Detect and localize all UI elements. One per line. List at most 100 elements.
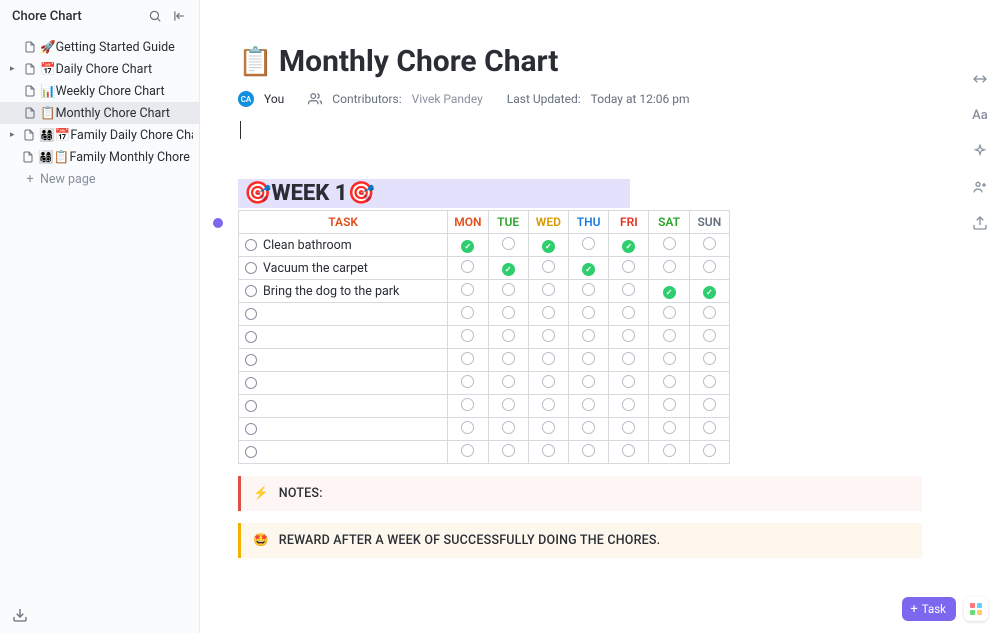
day-cell[interactable] (448, 257, 488, 280)
day-cell[interactable] (649, 257, 689, 280)
day-cell[interactable] (609, 349, 649, 372)
day-cell[interactable] (609, 372, 649, 395)
day-cell[interactable] (689, 349, 729, 372)
day-cell[interactable] (448, 418, 488, 441)
task-name[interactable]: Vacuum the carpet (263, 261, 368, 276)
check-empty-icon[interactable] (461, 306, 474, 319)
check-empty-icon[interactable] (703, 237, 716, 250)
reward-callout[interactable]: 🤩 REWARD AFTER A WEEK OF SUCCESSFULLY DO… (238, 523, 922, 558)
check-empty-icon[interactable] (502, 352, 515, 365)
day-cell[interactable] (488, 372, 528, 395)
table-row[interactable] (239, 349, 730, 372)
day-cell[interactable] (568, 372, 608, 395)
check-empty-icon[interactable] (582, 352, 595, 365)
day-cell[interactable] (649, 234, 689, 257)
day-cell[interactable] (448, 303, 488, 326)
check-empty-icon[interactable] (461, 421, 474, 434)
day-cell[interactable] (689, 418, 729, 441)
check-empty-icon[interactable] (542, 329, 555, 342)
table-row[interactable]: Bring the dog to the park✓✓ (239, 280, 730, 303)
check-empty-icon[interactable] (582, 237, 595, 250)
day-cell[interactable] (528, 395, 568, 418)
check-empty-icon[interactable] (542, 421, 555, 434)
check-empty-icon[interactable] (461, 398, 474, 411)
day-cell[interactable] (528, 303, 568, 326)
workspace-title[interactable]: Chore Chart (12, 9, 139, 24)
document-content[interactable]: 📋 Monthly Chore Chart CA You Contributor… (200, 0, 960, 633)
check-empty-icon[interactable] (663, 421, 676, 434)
day-cell[interactable] (448, 372, 488, 395)
table-row[interactable] (239, 418, 730, 441)
check-empty-icon[interactable] (461, 352, 474, 365)
chore-table[interactable]: TASKMONTUEWEDTHUFRISATSUNClean bathroom✓… (238, 210, 730, 464)
day-cell[interactable] (528, 280, 568, 303)
chevron-right-icon[interactable]: ▸ (10, 64, 20, 74)
owner-avatar[interactable]: CA (238, 91, 254, 107)
check-empty-icon[interactable] (622, 329, 635, 342)
day-cell[interactable] (649, 372, 689, 395)
day-cell[interactable] (528, 418, 568, 441)
check-empty-icon[interactable] (502, 398, 515, 411)
day-cell[interactable] (528, 372, 568, 395)
check-empty-icon[interactable] (502, 375, 515, 388)
day-cell[interactable] (488, 303, 528, 326)
day-cell[interactable]: ✓ (488, 257, 528, 280)
check-empty-icon[interactable] (542, 260, 555, 273)
notes-text[interactable]: NOTES: (279, 486, 323, 501)
day-cell[interactable] (448, 280, 488, 303)
day-cell[interactable] (448, 326, 488, 349)
day-cell[interactable] (609, 257, 649, 280)
sidebar-item[interactable]: ▸📅Daily Chore Chart (0, 58, 199, 80)
check-empty-icon[interactable] (622, 375, 635, 388)
task-checkbox[interactable] (245, 285, 257, 297)
task-cell[interactable] (239, 372, 448, 395)
day-cell[interactable] (488, 326, 528, 349)
sidebar-item[interactable]: ▸👨‍👩‍👧‍👦📅Family Daily Chore Chart (0, 124, 199, 146)
check-empty-icon[interactable] (582, 421, 595, 434)
check-empty-icon[interactable] (542, 283, 555, 296)
export-icon[interactable] (971, 214, 989, 232)
day-cell[interactable] (568, 418, 608, 441)
check-empty-icon[interactable] (703, 421, 716, 434)
table-row[interactable] (239, 303, 730, 326)
check-empty-icon[interactable] (502, 283, 515, 296)
check-empty-icon[interactable] (542, 352, 555, 365)
day-cell[interactable]: ✓ (528, 234, 568, 257)
day-cell[interactable] (689, 441, 729, 464)
day-cell[interactable] (609, 303, 649, 326)
check-empty-icon[interactable] (663, 398, 676, 411)
sidebar-item[interactable]: ▸📊Weekly Chore Chart (0, 80, 199, 102)
day-cell[interactable] (609, 418, 649, 441)
check-empty-icon[interactable] (461, 375, 474, 388)
check-empty-icon[interactable] (703, 352, 716, 365)
sidebar-item[interactable]: ▸📋Monthly Chore Chart (0, 102, 199, 124)
day-cell[interactable] (649, 441, 689, 464)
task-cell[interactable] (239, 326, 448, 349)
day-cell[interactable] (568, 326, 608, 349)
check-empty-icon[interactable] (582, 283, 595, 296)
font-icon[interactable]: Aa (971, 106, 989, 124)
day-cell[interactable] (689, 234, 729, 257)
day-cell[interactable] (689, 257, 729, 280)
task-checkbox[interactable] (245, 308, 257, 320)
check-empty-icon[interactable] (582, 375, 595, 388)
page-title[interactable]: 📋 Monthly Chore Chart (238, 44, 922, 79)
check-empty-icon[interactable] (542, 306, 555, 319)
day-cell[interactable] (649, 349, 689, 372)
task-cell[interactable]: Bring the dog to the park (239, 280, 448, 303)
day-cell[interactable] (689, 326, 729, 349)
day-cell[interactable] (649, 395, 689, 418)
chevron-right-icon[interactable]: ▸ (10, 130, 19, 140)
week-heading[interactable]: 🎯WEEK 1🎯 (238, 179, 630, 208)
apps-button[interactable] (964, 597, 988, 621)
day-cell[interactable] (528, 441, 568, 464)
reward-text[interactable]: REWARD AFTER A WEEK OF SUCCESSFULLY DOIN… (279, 533, 661, 548)
check-empty-icon[interactable] (502, 421, 515, 434)
day-cell[interactable]: ✓ (448, 234, 488, 257)
task-name[interactable]: Bring the dog to the park (263, 284, 399, 299)
check-empty-icon[interactable] (461, 260, 474, 273)
check-empty-icon[interactable] (703, 260, 716, 273)
new-page-button[interactable]: +New page (0, 168, 199, 190)
day-cell[interactable] (568, 234, 608, 257)
check-empty-icon[interactable] (622, 421, 635, 434)
